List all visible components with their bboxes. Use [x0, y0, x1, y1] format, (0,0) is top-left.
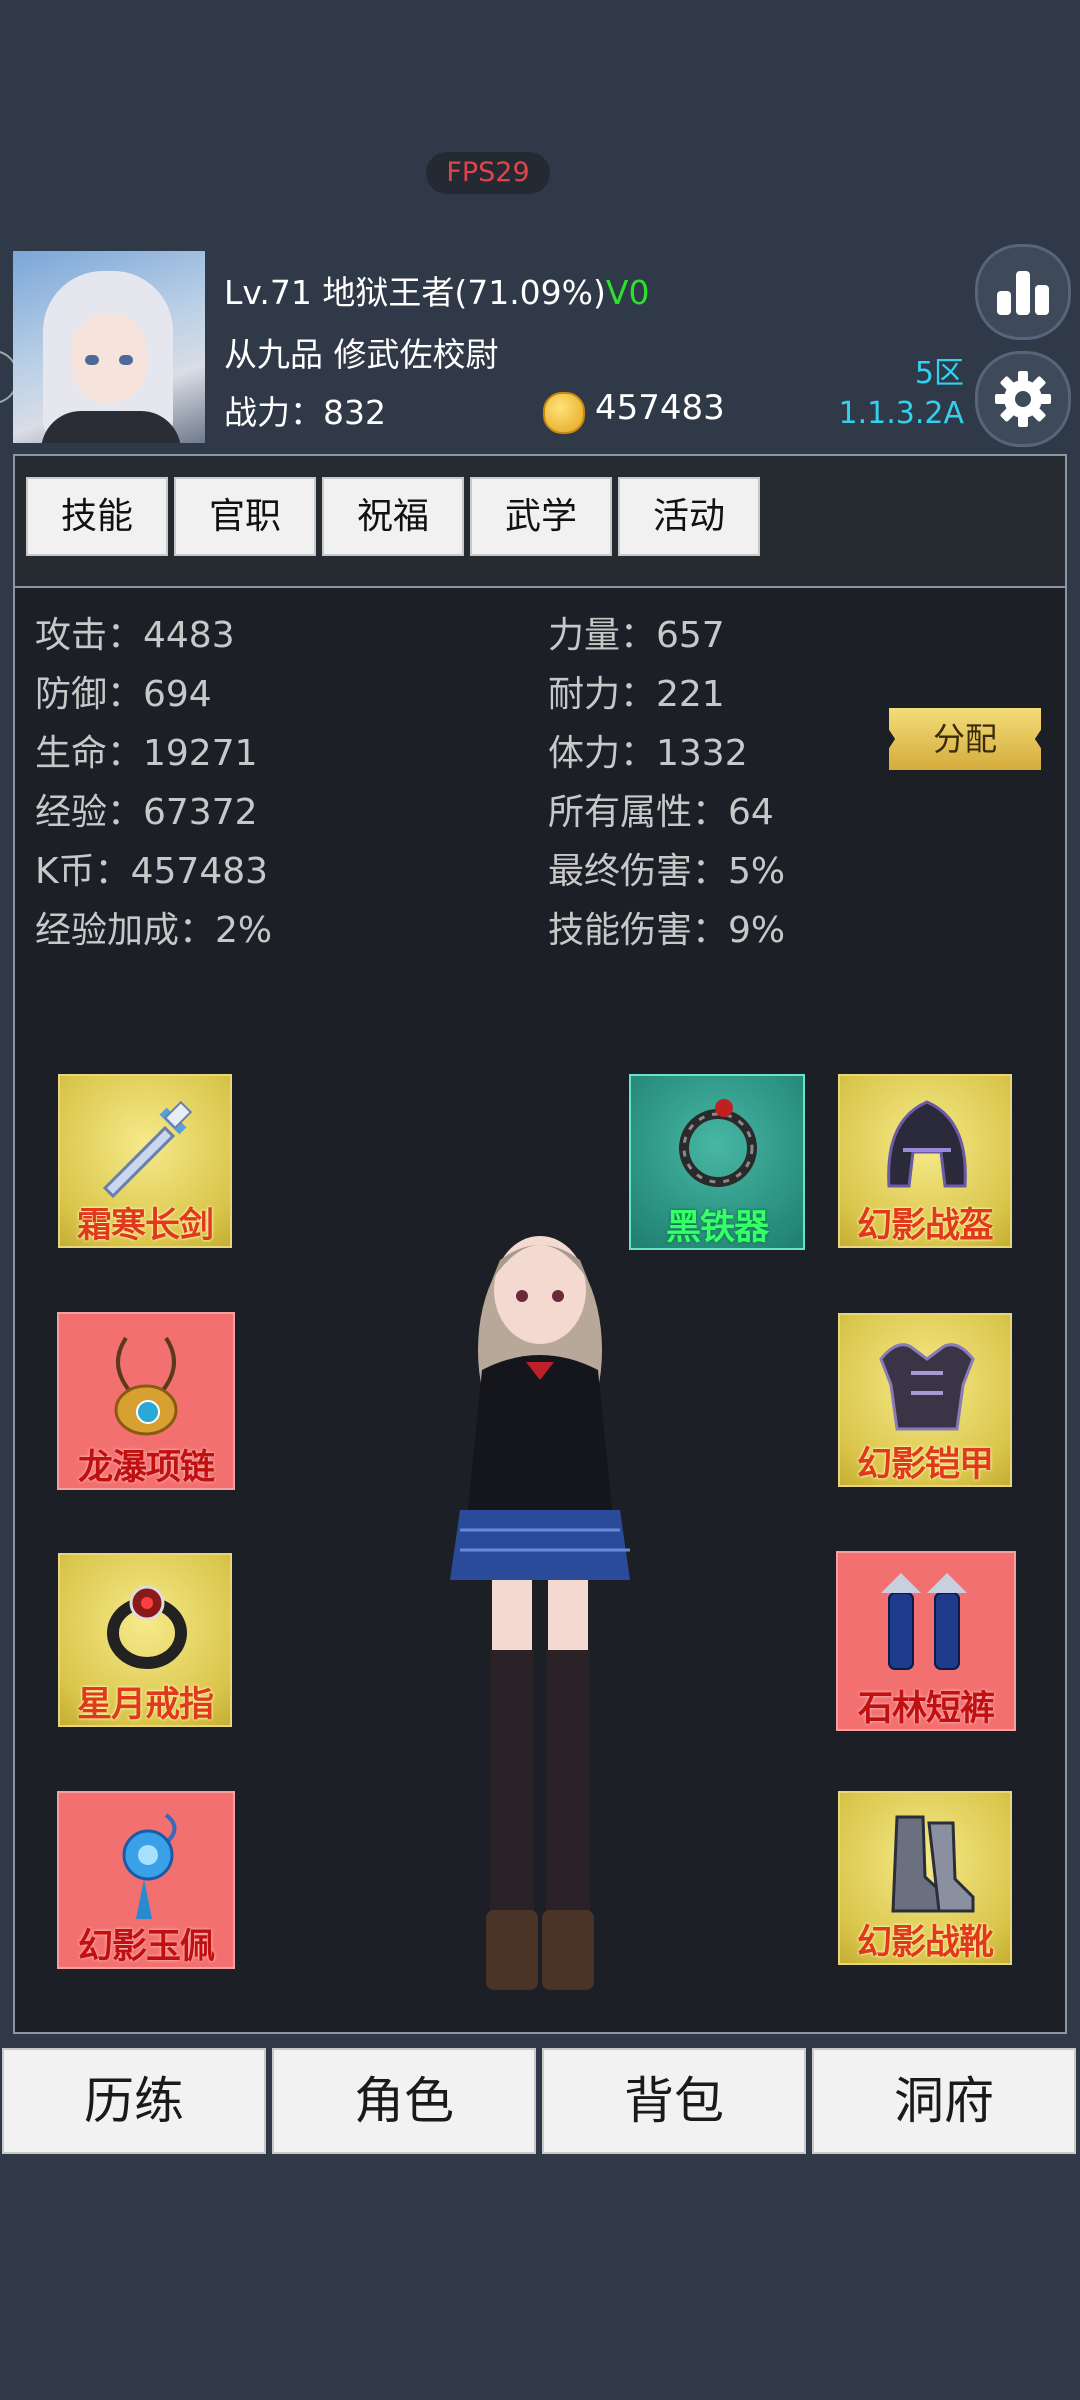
pants-name: 石林短裤 — [857, 1689, 995, 1729]
pendant-icon — [122, 1813, 177, 1919]
armor-name: 幻影铠甲 — [856, 1445, 994, 1485]
helmet-name: 幻影战盔 — [856, 1206, 994, 1246]
pendant-name: 幻影玉佩 — [77, 1927, 215, 1967]
level-line: Lv.71 地狱王者(71.09%)V0 — [224, 266, 649, 314]
character-model — [450, 1236, 630, 1990]
server-zone: 5区 — [914, 356, 964, 391]
stat-attack: 攻击：4483 — [35, 615, 235, 656]
equip-slot-boots[interactable]: 幻影战靴 — [838, 1791, 1012, 1965]
equip-slot-armor[interactable]: 幻影铠甲 — [838, 1313, 1012, 1487]
coin-icon — [543, 392, 585, 434]
fps-counter: FPS29 — [426, 152, 550, 194]
tab-events[interactable]: 活动 — [618, 477, 760, 556]
tab-blessing[interactable]: 祝福 — [322, 477, 464, 556]
equip-slot-weapon[interactable]: 霜寒长剑 — [58, 1074, 232, 1248]
stat-exp-bonus: 经验加成：2% — [35, 910, 273, 951]
stat-final-damage: 最终伤害：5% — [548, 851, 786, 892]
equip-slot-necklace[interactable]: 龙瀑项链 — [57, 1312, 235, 1490]
vip-level: V0 — [605, 273, 650, 312]
settings-button[interactable] — [975, 351, 1071, 447]
boots-name: 幻影战靴 — [856, 1923, 994, 1963]
nav-backpack[interactable]: 背包 — [542, 2048, 806, 2154]
tab-skills[interactable]: 技能 — [26, 477, 168, 556]
necklace-name: 龙瀑项链 — [77, 1448, 215, 1488]
rank-title: 从九品 修武佐校尉 — [224, 335, 499, 374]
stat-endurance: 耐力：221 — [548, 674, 725, 715]
bar-chart-icon — [997, 271, 1049, 315]
combat-power: 战力：832 — [224, 393, 386, 432]
equip-slot-ring[interactable]: 星月戒指 — [58, 1553, 232, 1727]
nav-character[interactable]: 角色 — [272, 2048, 536, 2154]
armor-icon — [879, 1343, 975, 1431]
tab-bar: 技能 官职 祝福 武学 活动 — [15, 456, 1065, 588]
equip-slot-pants[interactable]: 石林短裤 — [836, 1551, 1016, 1731]
greaves-icon — [881, 1573, 967, 1670]
stat-experience: 经验：67372 — [35, 792, 258, 833]
tab-martial-arts[interactable]: 武学 — [470, 477, 612, 556]
level-text: Lv.71 地狱王者(71.09%) — [224, 273, 606, 312]
ring-icon — [107, 1585, 187, 1669]
necklace-icon — [114, 1336, 178, 1436]
nav-training[interactable]: 历练 — [2, 2048, 266, 2154]
stat-defense: 防御：694 — [35, 674, 212, 715]
stat-all-attributes: 所有属性：64 — [548, 792, 774, 833]
game-version: 1.1.3.2A — [838, 396, 964, 431]
equip-slot-helmet[interactable]: 幻影战盔 — [838, 1074, 1012, 1248]
sword-icon — [102, 1100, 193, 1199]
boots-icon — [891, 1815, 975, 1913]
stat-stamina: 体力：1332 — [548, 733, 748, 774]
tab-office[interactable]: 官职 — [174, 477, 316, 556]
stat-health: 生命：19271 — [35, 733, 258, 774]
gear-icon — [995, 371, 1051, 427]
coin-amount: 457483 — [595, 388, 725, 428]
equip-slot-artifact[interactable]: 黑铁器 — [629, 1074, 805, 1250]
ranking-button[interactable] — [975, 244, 1071, 340]
ring-name: 星月戒指 — [76, 1685, 214, 1725]
weapon-name: 霜寒长剑 — [76, 1206, 214, 1246]
avatar[interactable] — [13, 251, 205, 443]
assign-button[interactable]: 分配 — [889, 708, 1041, 770]
artifact-name: 黑铁器 — [665, 1208, 769, 1248]
stat-skill-damage: 技能伤害：9% — [548, 910, 786, 951]
helmet-icon — [887, 1100, 967, 1188]
equip-slot-pendant[interactable]: 幻影玉佩 — [57, 1791, 235, 1969]
stat-strength: 力量：657 — [548, 615, 725, 656]
nav-cave-mansion[interactable]: 洞府 — [812, 2048, 1076, 2154]
stat-k-coins: K币：457483 — [35, 851, 269, 892]
iron-ring-icon — [679, 1099, 757, 1187]
